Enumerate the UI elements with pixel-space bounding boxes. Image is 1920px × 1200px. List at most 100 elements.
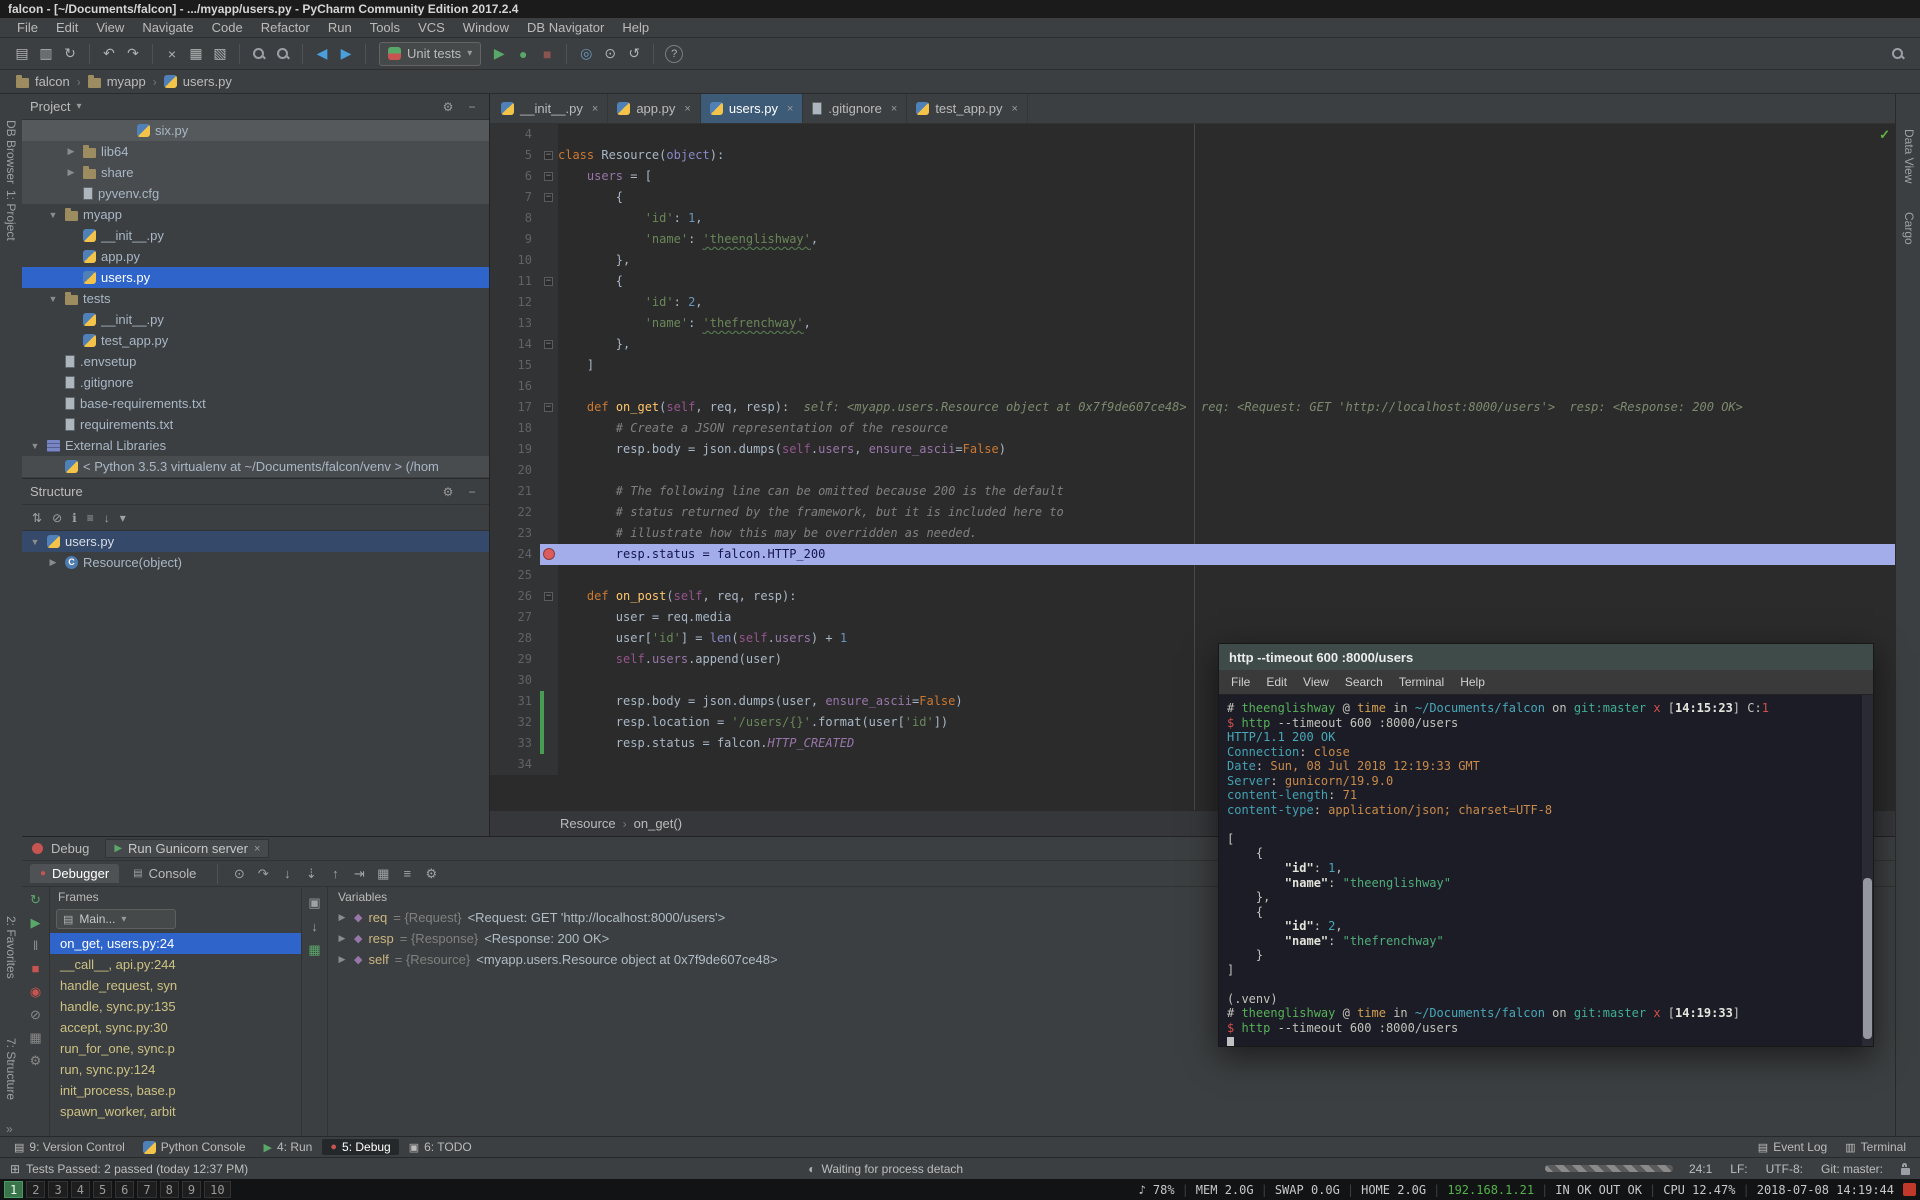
code-line-19[interactable]: 19 resp.body = json.dumps(self.users, en… xyxy=(490,439,1895,460)
info-icon[interactable]: ℹ xyxy=(72,511,77,525)
rerun-icon[interactable]: ↻ xyxy=(30,893,41,907)
editor-breadcrumb-resource[interactable]: Resource xyxy=(560,816,616,831)
help-icon[interactable]: ? xyxy=(665,45,683,63)
coverage-icon[interactable]: ◎ xyxy=(574,43,598,65)
frame-run-sync-py-124[interactable]: run, sync.py:124 xyxy=(50,1059,301,1080)
mute-breakpoints-icon[interactable]: ⊘ xyxy=(30,1008,41,1022)
code-line-11[interactable]: 11− { xyxy=(490,271,1895,292)
open-project-icon[interactable]: ▤ xyxy=(10,43,34,65)
stop-icon[interactable]: ■ xyxy=(32,962,40,976)
menu-tools[interactable]: Tools xyxy=(361,20,409,35)
code-line-7[interactable]: 7− { xyxy=(490,187,1895,208)
sync-icon[interactable]: ↻ xyxy=(58,43,82,65)
code-line-16[interactable]: 16 xyxy=(490,376,1895,397)
git-branch[interactable]: Git: master: xyxy=(1821,1162,1883,1176)
project-item-lib64[interactable]: ▶lib64 xyxy=(22,141,489,162)
code-line-4[interactable]: 4 xyxy=(490,124,1895,145)
expand-arrow-icon[interactable]: ▼ xyxy=(28,441,42,451)
menu-db-navigator[interactable]: DB Navigator xyxy=(518,20,613,35)
code-line-20[interactable]: 20 xyxy=(490,460,1895,481)
frame-handle-request-syn[interactable]: handle_request, syn xyxy=(50,975,301,996)
code-line-6[interactable]: 6− users = [ xyxy=(490,166,1895,187)
profiler-icon[interactable]: ⊙ xyxy=(598,43,622,65)
project-item-six-py[interactable]: six.py xyxy=(22,120,489,141)
project-item-users-py[interactable]: users.py xyxy=(22,267,489,288)
settings-icon[interactable]: ⚙ xyxy=(421,864,441,884)
tool-stripe-cargo[interactable]: Cargo xyxy=(1902,212,1916,245)
stop-icon[interactable]: ■ xyxy=(535,43,559,65)
menu-help[interactable]: Help xyxy=(613,20,658,35)
inspection-status-icon[interactable]: ✓ xyxy=(1879,127,1890,143)
menu-view[interactable]: View xyxy=(87,20,133,35)
project-item-app-py[interactable]: app.py xyxy=(22,246,489,267)
project-item-gitignore[interactable]: .gitignore xyxy=(22,372,489,393)
editor-tab-app-py[interactable]: app.py× xyxy=(608,94,700,123)
editor-tab-init-py[interactable]: __init__.py× xyxy=(492,94,608,123)
tool-stripe-db-browser[interactable]: DB Browser xyxy=(4,120,18,184)
redo-icon[interactable]: ↷ xyxy=(121,43,145,65)
step-into-icon[interactable]: ↓ xyxy=(277,864,297,884)
evaluate-expression-icon[interactable]: ▦ xyxy=(373,864,393,884)
line-separator[interactable]: LF: xyxy=(1730,1162,1747,1176)
project-item-tests[interactable]: ▼tests xyxy=(22,288,489,309)
expand-arrow-icon[interactable]: ▼ xyxy=(46,294,60,304)
sort-icon[interactable]: ⇅ xyxy=(32,511,42,525)
breakpoint-dot[interactable] xyxy=(543,548,555,560)
menu-file[interactable]: File xyxy=(8,20,47,35)
code-line-12[interactable]: 12 'id': 2, xyxy=(490,292,1895,313)
toolwindow-run[interactable]: ▶4: Run xyxy=(256,1139,321,1155)
frame-call-api-py-244[interactable]: __call__, api.py:244 xyxy=(50,954,301,975)
find-icon[interactable] xyxy=(252,47,266,61)
tool-stripe-7-structure[interactable]: 7: Structure xyxy=(4,1038,18,1100)
step-over-icon[interactable]: ↷ xyxy=(253,864,273,884)
debug-tab-debugger[interactable]: ●Debugger xyxy=(30,864,119,883)
workspace-9[interactable]: 9 xyxy=(182,1181,201,1198)
expand-arrow-icon[interactable]: ▶ xyxy=(64,167,78,178)
snapshot-icon[interactable]: ▣ xyxy=(308,895,320,911)
hide-icon[interactable]: − xyxy=(463,100,481,114)
expand-arrow-icon[interactable]: ▼ xyxy=(28,537,42,547)
tool-stripe-1-project[interactable]: 1: Project xyxy=(4,190,18,241)
code-line-21[interactable]: 21 # The following line can be omitted b… xyxy=(490,481,1895,502)
editor-tab-gitignore[interactable]: .gitignore× xyxy=(803,94,907,123)
terminal-menu-view[interactable]: View xyxy=(1295,675,1337,689)
terminal-menu-file[interactable]: File xyxy=(1223,675,1258,689)
lock-icon[interactable] xyxy=(1901,1168,1910,1175)
workspace-2[interactable]: 2 xyxy=(26,1181,45,1198)
project-item-myapp[interactable]: ▼myapp xyxy=(22,204,489,225)
paste-icon[interactable]: ▧ xyxy=(208,43,232,65)
show-execution-point-icon[interactable]: ⊙ xyxy=(229,864,249,884)
fold-icon[interactable]: − xyxy=(544,340,553,349)
toolwindow-version-control[interactable]: ▤9: Version Control xyxy=(6,1139,133,1155)
code-line-26[interactable]: 26− def on_post(self, req, resp): xyxy=(490,586,1895,607)
notification-icon[interactable] xyxy=(1903,1183,1916,1196)
debug-tab-console[interactable]: ▤Console xyxy=(123,864,206,883)
expand-arrow-icon[interactable]: ▶ xyxy=(46,557,60,568)
project-item-share[interactable]: ▶share xyxy=(22,162,489,183)
code-line-23[interactable]: 23 # illustrate how this may be overridd… xyxy=(490,523,1895,544)
frame-run-for-one-sync-p[interactable]: run_for_one, sync.p xyxy=(50,1038,301,1059)
back-icon[interactable]: ◀ xyxy=(310,43,334,65)
export-icon[interactable]: ↓ xyxy=(311,919,318,934)
copy-icon[interactable]: ▦ xyxy=(184,43,208,65)
stripe-more-icon[interactable]: » xyxy=(6,1122,13,1136)
terminal-menu-edit[interactable]: Edit xyxy=(1258,675,1295,689)
project-item-init-py[interactable]: __init__.py xyxy=(22,309,489,330)
force-step-into-icon[interactable]: ⇣ xyxy=(301,864,321,884)
code-line-5[interactable]: 5−class Resource(object): xyxy=(490,145,1895,166)
code-line-14[interactable]: 14− }, xyxy=(490,334,1895,355)
toolwindow-todo[interactable]: ▣6: TODO xyxy=(401,1139,480,1155)
frame-handle-sync-py-135[interactable]: handle, sync.py:135 xyxy=(50,996,301,1017)
expand-arrow-icon[interactable]: ▶ xyxy=(64,146,78,157)
debug-session-tab[interactable]: ▶ Run Gunicorn server × xyxy=(105,839,269,858)
caret-position[interactable]: 24:1 xyxy=(1689,1162,1712,1176)
code-line-8[interactable]: 8 'id': 1, xyxy=(490,208,1895,229)
step-out-icon[interactable]: ↑ xyxy=(325,864,345,884)
toolwindow-debug[interactable]: ●5: Debug xyxy=(322,1139,398,1155)
frame-on-get-users-py-24[interactable]: on_get, users.py:24 xyxy=(50,933,301,954)
thread-selector[interactable]: ▤ Main... ▾ xyxy=(56,909,176,929)
code-line-15[interactable]: 15 ] xyxy=(490,355,1895,376)
close-icon[interactable]: × xyxy=(684,103,690,115)
toolwindow-event-log[interactable]: ▤Event Log xyxy=(1750,1139,1835,1155)
workspace-6[interactable]: 6 xyxy=(115,1181,134,1198)
